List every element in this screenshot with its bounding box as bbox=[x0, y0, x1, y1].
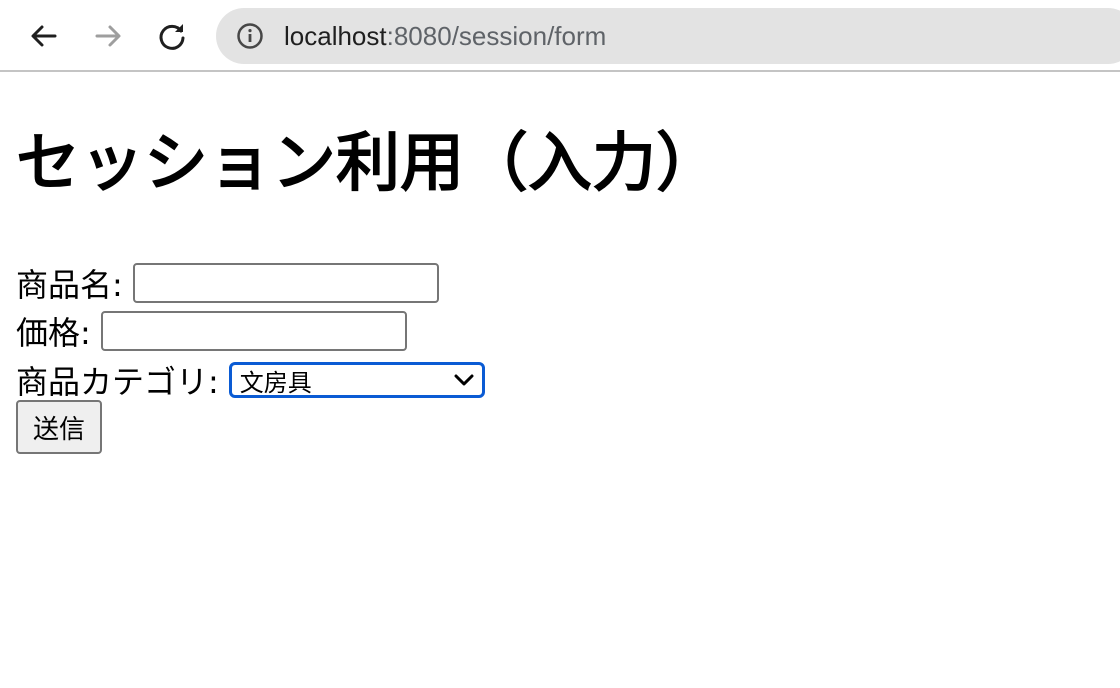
price-label: 価格: bbox=[16, 314, 91, 352]
price-row: 価格: bbox=[16, 310, 407, 352]
browser-toolbar: localhost:8080/session/form bbox=[0, 0, 1120, 72]
chevron-down-icon bbox=[454, 374, 474, 386]
category-select[interactable]: 文房具 bbox=[228, 362, 485, 398]
product-name-label: 商品名: bbox=[16, 266, 123, 304]
page-title: セッション利用（入力） bbox=[16, 127, 720, 201]
category-selected-value: 文房具 bbox=[239, 368, 312, 397]
reload-icon bbox=[159, 24, 185, 50]
arrow-right-icon bbox=[95, 25, 121, 47]
forward-button[interactable] bbox=[88, 16, 128, 56]
price-input[interactable] bbox=[100, 311, 407, 351]
address-bar[interactable]: localhost:8080/session/form bbox=[216, 8, 1120, 64]
reload-button[interactable] bbox=[152, 16, 192, 56]
url-path: :8080/session/form bbox=[386, 21, 607, 51]
product-name-input[interactable] bbox=[132, 263, 439, 303]
arrow-left-icon bbox=[31, 25, 57, 47]
back-button[interactable] bbox=[24, 16, 64, 56]
product-name-row: 商品名: bbox=[16, 262, 439, 304]
url-host: localhost bbox=[284, 21, 387, 51]
category-row: 商品カテゴリ: 文房具 bbox=[16, 360, 485, 401]
submit-button[interactable]: 送信 bbox=[16, 400, 102, 454]
category-label: 商品カテゴリ: bbox=[16, 363, 219, 401]
info-icon[interactable] bbox=[236, 22, 264, 50]
url-text[interactable]: localhost:8080/session/form bbox=[284, 8, 606, 64]
